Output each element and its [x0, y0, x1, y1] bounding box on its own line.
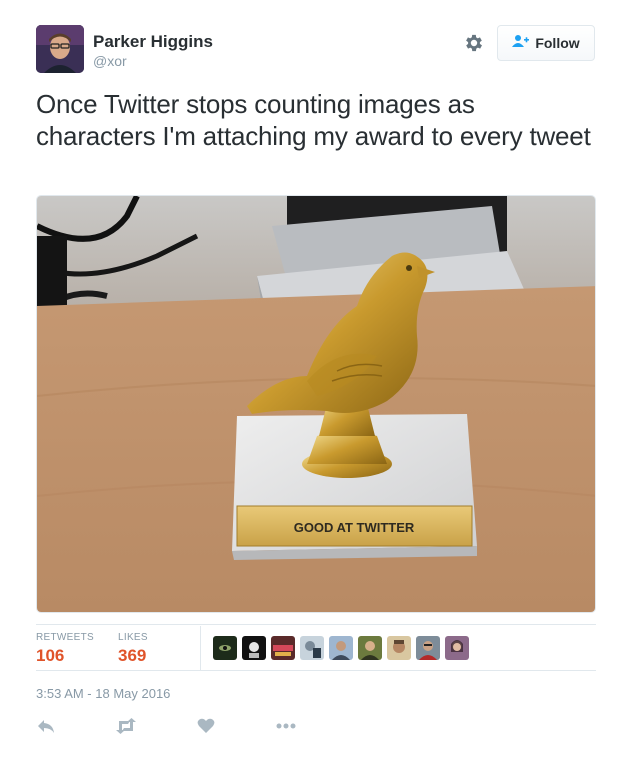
plaque-text: GOOD AT TWITTER [294, 520, 415, 535]
like-button[interactable] [193, 713, 219, 739]
avatar[interactable] [36, 25, 84, 73]
more-dots-icon [276, 723, 296, 729]
liker-avatar[interactable] [213, 636, 237, 660]
liker-avatar[interactable] [271, 636, 295, 660]
likes-label: LIKES [118, 632, 148, 643]
follow-button[interactable]: Follow [497, 25, 595, 61]
liker-avatar[interactable] [387, 636, 411, 660]
likes-count[interactable]: 369 [118, 646, 146, 666]
gear-icon[interactable] [463, 32, 485, 54]
heart-icon [197, 718, 215, 733]
liker-avatar[interactable] [416, 636, 440, 660]
retweets-count[interactable]: 106 [36, 646, 64, 666]
retweets-label: RETWEETS [36, 632, 94, 643]
liker-avatars [213, 636, 469, 660]
retweet-icon [116, 718, 136, 734]
reply-icon [38, 720, 54, 733]
liker-avatar[interactable] [300, 636, 324, 660]
tweet-photo[interactable]: GOOD AT TWITTER [36, 195, 596, 613]
liker-avatar[interactable] [445, 636, 469, 660]
liker-avatar[interactable] [242, 636, 266, 660]
user-handle[interactable]: @xor [93, 53, 127, 69]
stats-top-divider [36, 624, 596, 625]
profile-avatar-icon [36, 25, 84, 73]
reply-button[interactable] [33, 713, 59, 739]
tweet-text: Once Twitter stops counting images as ch… [36, 89, 591, 151]
follow-label: Follow [535, 35, 580, 51]
liker-avatar[interactable] [329, 636, 353, 660]
stats-bottom-divider [36, 670, 596, 671]
tweet-timestamp[interactable]: 3:53 AM - 18 May 2016 [36, 686, 170, 701]
user-name[interactable]: Parker Higgins [93, 32, 213, 52]
add-user-icon [512, 34, 530, 53]
stats-separator [200, 626, 201, 670]
retweet-button[interactable] [113, 713, 139, 739]
more-button[interactable] [273, 713, 299, 739]
liker-avatar[interactable] [358, 636, 382, 660]
